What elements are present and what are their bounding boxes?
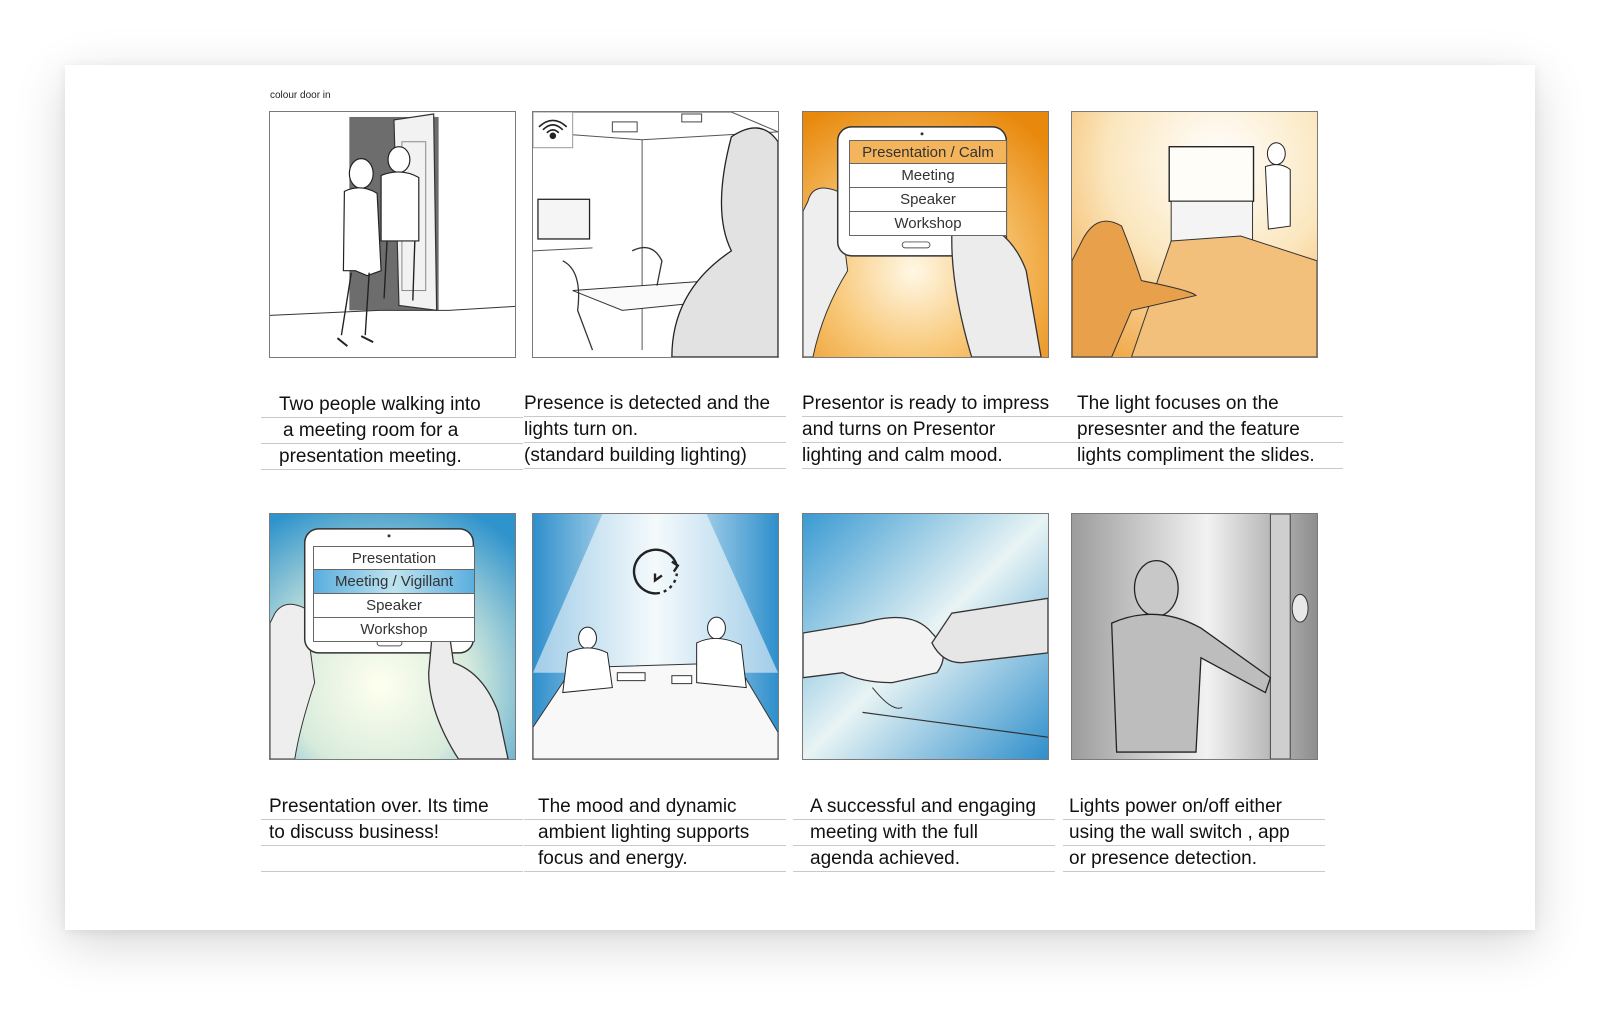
storyboard-panel-7 (802, 513, 1049, 760)
caption-line: or presence detection. (1063, 846, 1325, 872)
caption-7: A successful and engaging meeting with t… (793, 794, 1055, 872)
menu-item-presentation[interactable]: Presentation (313, 546, 475, 570)
panel-4-illustration (1072, 112, 1317, 357)
caption-line: Two people walking into (261, 392, 523, 418)
menu-item-presentation-calm[interactable]: Presentation / Calm (849, 140, 1007, 164)
caption-line (261, 846, 523, 872)
caption-2: Presence is detected and the lights turn… (524, 391, 786, 469)
caption-line: a meeting room for a (261, 418, 523, 444)
caption-line: A successful and engaging (793, 794, 1055, 820)
menu-item-workshop[interactable]: Workshop (849, 212, 1007, 236)
caption-line: Presentation over. Its time (261, 794, 523, 820)
menu-item-workshop[interactable]: Workshop (313, 618, 475, 642)
page-note: colour door in (270, 90, 331, 101)
caption-4: The light focuses on the presesnter and … (1063, 391, 1343, 469)
caption-line: Presence is detected and the (524, 391, 786, 417)
caption-line: presesnter and the feature (1063, 417, 1343, 443)
caption-line: meeting with the full (793, 820, 1055, 846)
caption-line: agenda achieved. (793, 846, 1055, 872)
storyboard-panel-4 (1071, 111, 1318, 358)
caption-line: presentation meeting. (261, 444, 523, 470)
caption-line: focus and energy. (524, 846, 786, 872)
panel-1-illustration (270, 112, 515, 357)
caption-line: to discuss business! (261, 820, 523, 846)
caption-line: The mood and dynamic (524, 794, 786, 820)
caption-line: Lights power on/off either (1063, 794, 1325, 820)
menu-item-meeting[interactable]: Meeting (849, 164, 1007, 188)
caption-8: Lights power on/off either using the wal… (1063, 794, 1325, 872)
caption-line: (standard building lighting) (524, 443, 786, 469)
menu-item-speaker[interactable]: Speaker (313, 594, 475, 618)
tablet-menu: Presentation / Calm Meeting Speaker Work… (849, 140, 1007, 236)
caption-line: lighting and calm mood. (802, 443, 1064, 469)
caption-6: The mood and dynamic ambient lighting su… (524, 794, 786, 872)
panel-2-illustration (533, 112, 778, 357)
caption-line: lights compliment the slides. (1063, 443, 1343, 469)
storyboard-panel-2 (532, 111, 779, 358)
caption-line: and turns on Presentor (802, 417, 1064, 443)
caption-3: Presentor is ready to impress and turns … (802, 391, 1064, 469)
storyboard-panel-6 (532, 513, 779, 760)
caption-line: using the wall switch , app (1063, 820, 1325, 846)
caption-line: ambient lighting supports (524, 820, 786, 846)
caption-line: lights turn on. (524, 417, 786, 443)
tablet-menu: Presentation Meeting / Vigillant Speaker… (313, 546, 475, 642)
caption-1: Two people walking into a meeting room f… (261, 392, 523, 470)
menu-item-speaker[interactable]: Speaker (849, 188, 1007, 212)
caption-line: The light focuses on the (1063, 391, 1343, 417)
caption-5: Presentation over. Its time to discuss b… (261, 794, 523, 872)
panel-8-illustration (1072, 514, 1317, 759)
storyboard-panel-1 (269, 111, 516, 358)
panel-6-illustration (533, 514, 778, 759)
menu-item-meeting-vigillant[interactable]: Meeting / Vigillant (313, 570, 475, 594)
caption-line: Presentor is ready to impress (802, 391, 1064, 417)
storyboard-panel-8 (1071, 513, 1318, 760)
panel-7-illustration (803, 514, 1048, 759)
